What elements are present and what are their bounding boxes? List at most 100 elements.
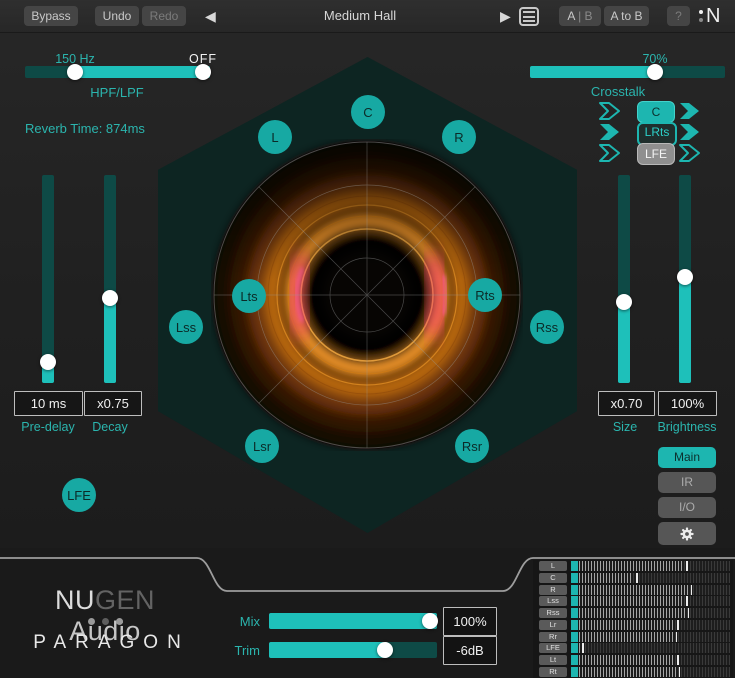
speaker-node-lsr[interactable]: Lsr	[245, 429, 279, 463]
meter-input-block	[571, 620, 578, 630]
route-out-lrts-chevron-icon[interactable]	[678, 122, 702, 142]
crosstalk-fill	[530, 66, 655, 78]
help-button[interactable]: ?	[667, 6, 690, 26]
meter-input-block	[571, 596, 578, 606]
brand-nu: NU	[55, 585, 95, 615]
meter-row: LFE	[533, 643, 733, 653]
speaker-node-lss[interactable]: Lss	[169, 310, 203, 344]
meter-bar	[579, 608, 730, 618]
meter-bar	[579, 573, 730, 583]
speaker-node-lts[interactable]: Lts	[232, 279, 266, 313]
meter-bar	[579, 585, 730, 595]
product-name: PARAGON	[22, 632, 192, 654]
meter-channel-label: L	[539, 561, 567, 571]
view-main-button[interactable]: Main	[658, 447, 716, 468]
meter-channel-label: C	[539, 573, 567, 583]
route-out-lfe-chevron-icon[interactable]	[678, 143, 702, 163]
crosstalk-handle[interactable]	[647, 64, 663, 80]
decay-label: Decay	[65, 420, 155, 434]
hpf-lpf-label: HPF/LPF	[67, 85, 167, 100]
meter-bar	[579, 632, 730, 642]
crosstalk-slider[interactable]	[530, 66, 725, 78]
meter-row: Lss	[533, 596, 733, 606]
mix-slider[interactable]	[269, 613, 437, 629]
route-in-lfe-chevron-icon[interactable]	[598, 143, 622, 163]
route-in-c-chevron-icon[interactable]	[598, 101, 622, 121]
lpf-handle[interactable]	[195, 64, 211, 80]
route-lfe-button[interactable]: LFE	[637, 143, 675, 165]
meter-row: Rr	[533, 632, 733, 642]
meter-channel-label: Lr	[539, 620, 567, 630]
predelay-handle[interactable]	[40, 354, 56, 370]
preset-name[interactable]: Medium Hall	[230, 8, 490, 23]
speaker-node-r[interactable]: R	[442, 120, 476, 154]
decay-fill	[104, 298, 116, 383]
trim-label: Trim	[222, 643, 260, 658]
ab-compare-button[interactable]: A | B	[559, 6, 601, 26]
hpf-lpf-slider[interactable]	[25, 66, 210, 78]
meter-channel-label: Lt	[539, 655, 567, 665]
meter-bar	[579, 643, 730, 653]
settings-button[interactable]	[658, 522, 716, 545]
predelay-value[interactable]: 10 ms	[14, 391, 83, 416]
ab-a-label: A	[567, 9, 574, 23]
meter-bar	[579, 620, 730, 630]
reverb-time-readout: Reverb Time: 874ms	[25, 121, 145, 136]
meter-input-block	[571, 573, 578, 583]
meter-row: Rss	[533, 608, 733, 618]
preset-list-icon[interactable]	[519, 7, 539, 26]
size-value[interactable]: x0.70	[598, 391, 655, 416]
hpf-lpf-range-fill	[75, 66, 210, 78]
view-io-button[interactable]: I/O	[658, 497, 716, 518]
speaker-node-rss[interactable]: Rss	[530, 310, 564, 344]
bypass-button[interactable]: Bypass	[24, 6, 78, 26]
meter-channel-label: Rss	[539, 608, 567, 618]
meter-channel-label: Rt	[539, 667, 567, 677]
route-in-lrts-chevron-icon[interactable]	[598, 122, 622, 142]
hpf-handle[interactable]	[67, 64, 83, 80]
speaker-node-c[interactable]: C	[351, 95, 385, 129]
previous-preset-icon[interactable]: ◀	[205, 7, 216, 25]
a-to-b-button[interactable]: A to B	[604, 6, 649, 26]
size-slider[interactable]	[618, 175, 630, 383]
speaker-node-lfe[interactable]: LFE	[62, 478, 96, 512]
brightness-value[interactable]: 100%	[658, 391, 717, 416]
nugen-logo-n: N	[706, 4, 720, 28]
meter-bar	[579, 561, 730, 571]
trim-value[interactable]: -6dB	[443, 636, 497, 665]
route-out-c-chevron-icon[interactable]	[678, 101, 702, 121]
size-handle[interactable]	[616, 294, 632, 310]
decay-slider[interactable]	[104, 175, 116, 383]
ab-b-label: | B	[578, 9, 592, 23]
redo-button[interactable]: Redo	[142, 6, 186, 26]
view-ir-button[interactable]: IR	[658, 472, 716, 493]
meter-input-block	[571, 632, 578, 642]
meter-row: L	[533, 561, 733, 571]
predelay-slider[interactable]	[42, 175, 54, 383]
gear-icon	[679, 526, 695, 542]
brand-dots-icon	[20, 618, 190, 625]
trim-handle[interactable]	[377, 642, 393, 658]
decay-value[interactable]: x0.75	[84, 391, 142, 416]
meter-input-block	[571, 608, 578, 618]
brightness-handle[interactable]	[677, 269, 693, 285]
meter-input-block	[571, 667, 578, 677]
undo-button[interactable]: Undo	[95, 6, 139, 26]
meter-bar	[579, 596, 730, 606]
trim-slider[interactable]	[269, 642, 437, 658]
output-meters: L C R Lss Rss Lr Rr LFE Lt Rt	[533, 560, 733, 678]
next-preset-icon[interactable]: ▶	[500, 7, 511, 25]
size-fill	[618, 302, 630, 383]
nugen-logo: N	[699, 4, 720, 28]
mix-handle[interactable]	[422, 613, 438, 629]
brightness-slider[interactable]	[679, 175, 691, 383]
paragon-plugin-window: Bypass Undo Redo ◀ Medium Hall ▶ A | B A…	[0, 0, 735, 678]
mix-value[interactable]: 100%	[443, 607, 497, 636]
speaker-node-rts[interactable]: Rts	[468, 278, 502, 312]
route-c-button[interactable]: C	[637, 101, 675, 123]
decay-handle[interactable]	[102, 290, 118, 306]
brightness-fill	[679, 277, 691, 383]
speaker-node-rsr[interactable]: Rsr	[455, 429, 489, 463]
meter-channel-label: R	[539, 585, 567, 595]
speaker-node-l[interactable]: L	[258, 120, 292, 154]
